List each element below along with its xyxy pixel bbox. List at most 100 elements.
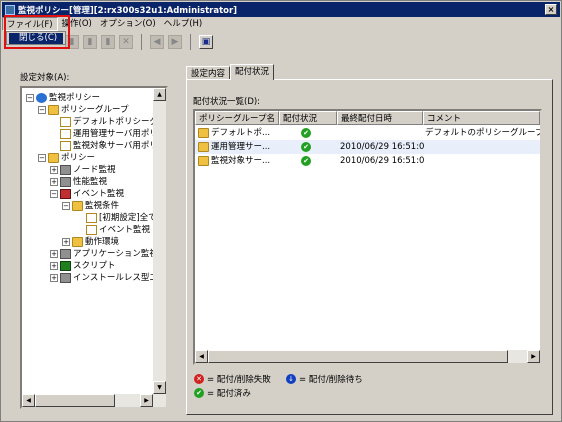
- policy-tree[interactable]: − 監視ポリシー − ポリシーグループ デフォルトポリシーグル 運用管理サーバ用ポリ…: [20, 86, 168, 409]
- scroll-up-icon[interactable]: ▲: [153, 88, 166, 101]
- last-date: 2010/06/29 16:51:08: [340, 156, 424, 166]
- tree-horizontal-scrollbar[interactable]: ◀ ▶: [22, 394, 153, 407]
- panel-splitter[interactable]: [177, 61, 181, 416]
- tree-node-script[interactable]: + スクリプト: [50, 260, 116, 272]
- view-icon[interactable]: ▣: [199, 35, 213, 49]
- group-name: 監視対象サー...: [211, 156, 271, 166]
- tree-node-event-monitor-condition[interactable]: イベント監視: [86, 224, 150, 236]
- toolbar-separator: [141, 34, 142, 50]
- tree-node-monitor-conditions[interactable]: − 監視条件: [62, 200, 119, 212]
- tree-node-policies[interactable]: − ポリシー: [38, 152, 95, 164]
- check-icon: ✔: [194, 388, 204, 398]
- tree-node-app-monitor[interactable]: + アプリケーション監視: [50, 248, 158, 260]
- script-icon: [60, 261, 71, 271]
- collapse-icon[interactable]: −: [26, 94, 34, 102]
- node-monitor-icon: [60, 165, 71, 175]
- menu-help[interactable]: ヘルプ(H): [160, 17, 207, 31]
- paste-icon[interactable]: ▮: [101, 35, 115, 49]
- column-header-comment[interactable]: コメント: [423, 111, 540, 125]
- tree-node-event-monitor[interactable]: − イベント監視: [50, 188, 124, 200]
- check-icon: ✔: [301, 128, 311, 138]
- tree-node-performance-monitor[interactable]: + 性能監視: [50, 176, 107, 188]
- folder-icon: [48, 105, 59, 115]
- delete-icon[interactable]: ✕: [119, 35, 133, 49]
- expand-icon[interactable]: +: [50, 178, 58, 186]
- tree-vertical-scrollbar[interactable]: ▲ ▼: [153, 88, 166, 407]
- scroll-thumb[interactable]: [35, 394, 115, 407]
- comment: デフォルトのポリシーグループ: [425, 128, 540, 138]
- legend-done: ✔ = 配付済み: [194, 387, 251, 399]
- close-button[interactable]: ×: [545, 4, 557, 15]
- folder-icon: [48, 153, 59, 163]
- collapse-icon[interactable]: −: [38, 106, 46, 114]
- main-window: 監視ポリシー[管理][2:rx300s32u1:Administrator] ×…: [0, 0, 562, 422]
- tree-node-installless-agent[interactable]: + インストールレス型エー: [50, 272, 166, 284]
- tree-node-node-monitor[interactable]: + ノード監視: [50, 164, 116, 176]
- tab-strip: 設定内容 配付状況: [186, 64, 275, 80]
- folder-icon: [72, 201, 83, 211]
- tree-label: 設定対象(A):: [20, 73, 70, 83]
- back-icon[interactable]: ◀: [150, 35, 164, 49]
- group-name: デフォルトポ...: [211, 128, 271, 138]
- folder-icon: [198, 156, 209, 166]
- legend-pending: ↓ = 配付/削除待ち: [286, 373, 363, 385]
- app-monitor-icon: [60, 249, 71, 259]
- last-date: 2010/06/29 16:51:08: [340, 142, 424, 152]
- toolbar-separator: [190, 34, 191, 50]
- menu-options[interactable]: オプション(O): [96, 17, 160, 31]
- tree-node-admin-server-group[interactable]: 運用管理サーバ用ポリシ: [60, 128, 166, 140]
- document-icon: [86, 225, 97, 235]
- toolbar: ▮ ▮ ▮ ✕ ◀ ▶ ▣: [65, 32, 213, 52]
- scroll-right-icon[interactable]: ▶: [527, 350, 540, 363]
- column-header-status[interactable]: 配付状況: [279, 111, 337, 125]
- list-label: 配付状況一覧(D):: [193, 97, 261, 107]
- expand-icon[interactable]: +: [50, 274, 58, 282]
- list-horizontal-scrollbar[interactable]: ◀ ▶: [195, 350, 540, 363]
- collapse-icon[interactable]: −: [38, 154, 46, 162]
- tab-settings[interactable]: 設定内容: [186, 66, 231, 80]
- comment: [425, 140, 540, 154]
- column-header-last-date[interactable]: 最終配付日時: [337, 111, 423, 125]
- tree-node-policy[interactable]: − 監視ポリシー: [26, 92, 100, 104]
- document-icon: [60, 117, 71, 127]
- expand-icon[interactable]: +: [50, 262, 58, 270]
- scroll-left-icon[interactable]: ◀: [195, 350, 208, 363]
- document-icon: [60, 141, 71, 151]
- app-icon: [5, 4, 15, 15]
- table-row[interactable]: 監視対象サー... ✔ 2010/06/29 16:51:08: [195, 154, 540, 168]
- collapse-icon[interactable]: −: [50, 190, 58, 198]
- expand-icon[interactable]: +: [50, 250, 58, 258]
- folder-icon: [198, 128, 209, 138]
- check-icon: ✔: [301, 156, 311, 166]
- tree-node-initial-setting[interactable]: [初期設定]全て(: [86, 212, 160, 224]
- scroll-thumb[interactable]: [208, 350, 508, 363]
- check-icon: ✔: [301, 142, 311, 152]
- table-row[interactable]: 運用管理サー... ✔ 2010/06/29 16:51:08: [195, 140, 540, 154]
- title-bar: 監視ポリシー[管理][2:rx300s32u1:Administrator] ×: [2, 2, 560, 17]
- tree-node-default-group[interactable]: デフォルトポリシーグル: [60, 116, 166, 128]
- tree-node-monitored-server-group[interactable]: 監視対象サーバ用ポリシ: [60, 140, 166, 152]
- distribution-list[interactable]: ポリシーグループ名 配付状況 最終配付日時 コメント デフォルトポ... ✔ デ…: [193, 109, 542, 365]
- scroll-left-icon[interactable]: ◀: [22, 394, 35, 407]
- collapse-icon[interactable]: −: [62, 202, 70, 210]
- folder-icon: [198, 142, 209, 152]
- document-icon: [86, 213, 97, 223]
- comment: [425, 154, 540, 168]
- copy-icon[interactable]: ▮: [83, 35, 97, 49]
- scroll-down-icon[interactable]: ▼: [153, 381, 166, 394]
- document-icon: [60, 129, 71, 139]
- tree-node-environment[interactable]: + 動作環境: [62, 236, 119, 248]
- expand-icon[interactable]: +: [62, 238, 70, 246]
- column-header-group-name[interactable]: ポリシーグループ名: [195, 111, 279, 125]
- highlight-box: [4, 15, 70, 49]
- tree-node-policy-group[interactable]: − ポリシーグループ: [38, 104, 129, 116]
- expand-icon[interactable]: +: [50, 166, 58, 174]
- table-row[interactable]: デフォルトポ... ✔ デフォルトのポリシーグループ: [195, 126, 540, 140]
- scroll-right-icon[interactable]: ▶: [140, 394, 153, 407]
- group-name: 運用管理サー...: [211, 142, 271, 152]
- legend-failed: ✕ = 配付/削除失敗: [194, 373, 271, 385]
- agent-icon: [60, 273, 71, 283]
- tab-distribution-status[interactable]: 配付状況: [230, 64, 275, 80]
- forward-icon[interactable]: ▶: [168, 35, 182, 49]
- window-title: 監視ポリシー[管理][2:rx300s32u1:Administrator]: [18, 5, 238, 16]
